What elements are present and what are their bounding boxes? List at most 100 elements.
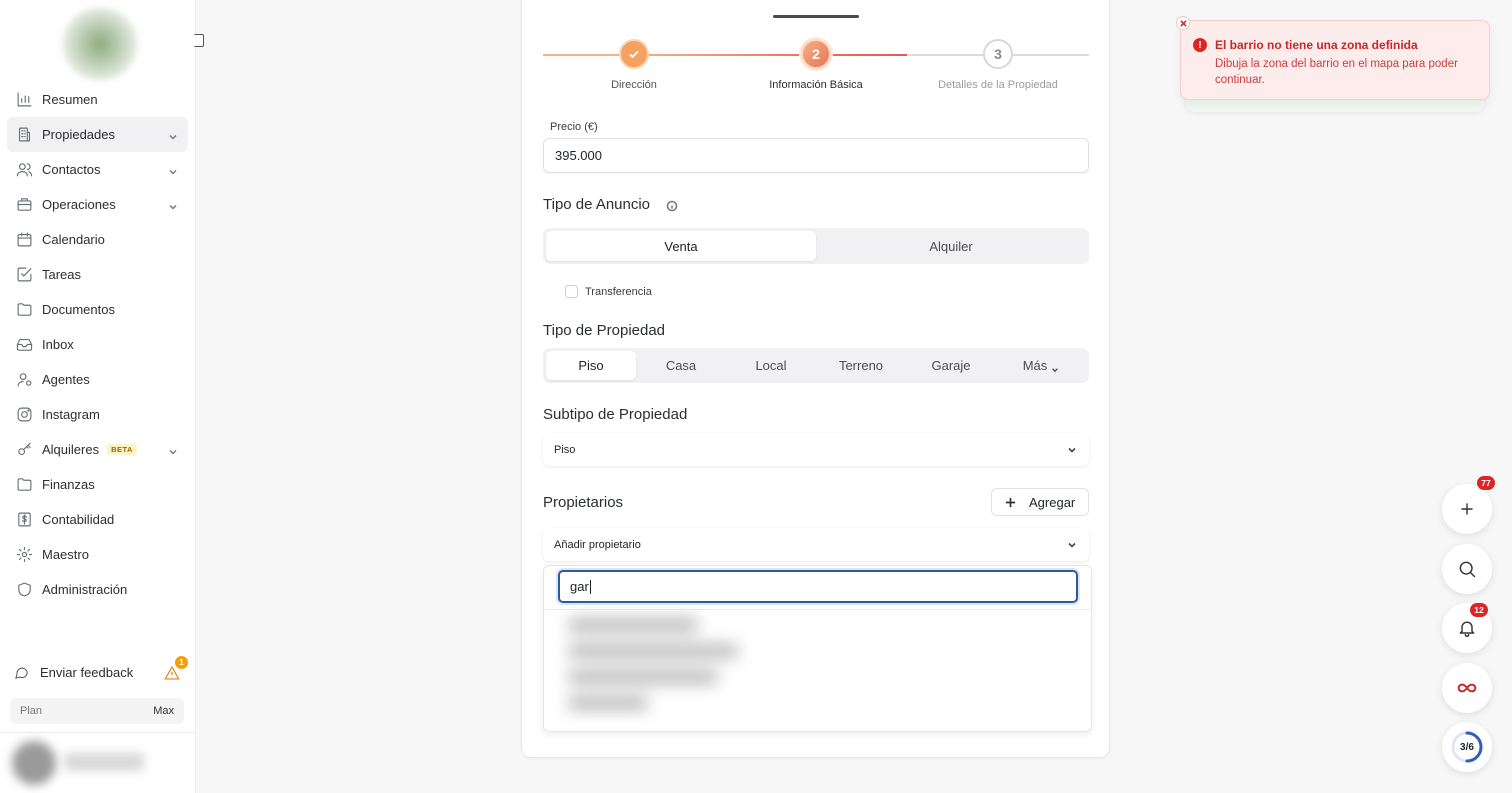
property-type-more[interactable]: Más: [996, 351, 1086, 380]
sidebar-item-finanzas[interactable]: Finanzas: [7, 467, 188, 502]
sidebar-item-label: Documentos: [42, 302, 115, 317]
notifications-button[interactable]: 12: [1442, 603, 1492, 653]
chevron-down-icon[interactable]: [168, 164, 178, 175]
wallet-icon: [15, 476, 33, 494]
sidebar-item-calendario[interactable]: Calendario: [7, 222, 188, 257]
owner-select[interactable]: Añadir propietario: [543, 528, 1089, 561]
chevron-down-icon[interactable]: [168, 129, 178, 140]
quick-add-button[interactable]: 77: [1442, 476, 1495, 534]
sidebar-item-inbox[interactable]: Inbox: [7, 327, 188, 362]
sidebar-item-instagram[interactable]: Instagram: [7, 397, 188, 432]
sidebar: Resumen Propiedades Contactos Operacione…: [0, 0, 204, 793]
sidebar-item-propiedades[interactable]: Propiedades: [7, 117, 188, 152]
transfer-checkbox[interactable]: [565, 285, 578, 298]
onboarding-progress-button[interactable]: 3/6: [1442, 722, 1492, 772]
error-toast: ! El barrio no tiene una zona definida D…: [1176, 16, 1490, 100]
company-logo[interactable]: [62, 8, 138, 80]
chevron-down-icon: [1051, 362, 1059, 372]
user-menu[interactable]: [0, 732, 196, 793]
list-item[interactable]: [568, 696, 648, 710]
property-type-casa[interactable]: Casa: [636, 351, 726, 380]
sidebar-item-label: Inbox: [42, 337, 74, 352]
listing-type-venta[interactable]: Venta: [546, 231, 816, 261]
add-owner-label: Agregar: [1029, 494, 1076, 510]
step-detalles[interactable]: 3 Detalles de la Propiedad: [908, 39, 1088, 91]
inbox-icon: [15, 336, 33, 354]
property-type-garaje[interactable]: Garaje: [906, 351, 996, 380]
sidebar-item-label: Finanzas: [42, 477, 95, 492]
price-label: Precio (€): [550, 121, 598, 133]
sidebar-item-resumen[interactable]: Resumen: [7, 82, 188, 117]
drag-handle[interactable]: [773, 15, 859, 18]
step-number: 3: [983, 39, 1013, 69]
price-input[interactable]: 395.000: [543, 138, 1089, 173]
bar-chart-icon: [15, 91, 33, 109]
info-icon[interactable]: [666, 199, 678, 212]
notifications-badge: 12: [1470, 603, 1488, 617]
add-owner-button[interactable]: Agregar: [991, 488, 1089, 516]
bell-icon: [1459, 621, 1475, 637]
chevron-down-icon[interactable]: [168, 444, 178, 455]
step-informacion-basica[interactable]: 2 Información Básica: [726, 39, 906, 91]
sidebar-item-alquileres[interactable]: Alquileres BETA: [7, 432, 188, 467]
plus-icon: [1461, 503, 1473, 515]
sidebar-item-label: Contactos: [42, 162, 101, 177]
close-icon[interactable]: [1176, 16, 1190, 30]
plan-indicator[interactable]: Plan Max: [10, 698, 184, 724]
sidebar-item-contactos[interactable]: Contactos: [7, 152, 188, 187]
property-type-local[interactable]: Local: [726, 351, 816, 380]
step-direccion[interactable]: Dirección: [544, 39, 724, 91]
search-button[interactable]: [1442, 544, 1492, 594]
step-label: Información Básica: [769, 79, 863, 91]
folder-icon: [15, 301, 33, 319]
sidebar-item-administracion[interactable]: Administración: [7, 572, 188, 607]
agent-icon: [15, 371, 33, 389]
owner-search-input[interactable]: gar: [558, 570, 1078, 603]
step-label: Dirección: [611, 79, 657, 91]
sidebar-item-label: Agentes: [42, 372, 90, 387]
toast-title: El barrio no tiene una zona definida: [1215, 38, 1418, 52]
sidebar-item-label: Tareas: [42, 267, 82, 282]
stepper: Dirección 2 Información Básica 3 Detalle…: [543, 39, 1089, 91]
infinity-icon: [1457, 683, 1477, 693]
sidebar-item-maestro[interactable]: Maestro: [7, 537, 188, 572]
list-item[interactable]: [568, 670, 718, 684]
sidebar-collapse-icon[interactable]: [194, 34, 204, 47]
property-type-terreno[interactable]: Terreno: [816, 351, 906, 380]
sidebar-item-contabilidad[interactable]: Contabilidad: [7, 502, 188, 537]
search-icon: [1459, 561, 1476, 578]
integrations-button[interactable]: [1442, 663, 1492, 713]
owner-results-list[interactable]: [568, 618, 748, 723]
feedback-button[interactable]: Enviar feedback 1: [7, 655, 188, 689]
sidebar-item-tareas[interactable]: Tareas: [7, 257, 188, 292]
toast-body: Dibuja la zona del barrio en el mapa par…: [1215, 58, 1458, 86]
sidebar-item-operaciones[interactable]: Operaciones: [7, 187, 188, 222]
list-item[interactable]: [568, 618, 698, 632]
instagram-icon: [15, 406, 33, 424]
listing-type-alquiler[interactable]: Alquiler: [816, 231, 1086, 261]
property-type-toggle: Piso Casa Local Terreno Garaje Más: [543, 348, 1089, 383]
property-type-title: Tipo de Propiedad: [543, 322, 666, 339]
listing-type-title: Tipo de Anuncio: [543, 196, 651, 213]
list-item[interactable]: [568, 644, 738, 658]
owner-search-value: gar: [570, 579, 589, 594]
check-icon: [619, 39, 649, 69]
sidebar-nav: Resumen Propiedades Contactos Operacione…: [7, 82, 188, 607]
divider: [544, 609, 1093, 610]
sidebar-item-agentes[interactable]: Agentes: [7, 362, 188, 397]
feedback-badge: 1: [175, 656, 188, 669]
key-icon: [15, 441, 33, 459]
owner-select-placeholder: Añadir propietario: [554, 538, 641, 551]
sidebar-item-documentos[interactable]: Documentos: [7, 292, 188, 327]
subtype-value: Piso: [554, 443, 576, 456]
chevron-down-icon[interactable]: [168, 199, 178, 210]
feedback-label: Enviar feedback: [40, 664, 134, 680]
sidebar-item-label: Operaciones: [42, 197, 116, 212]
gear-icon: [15, 546, 33, 564]
property-type-piso[interactable]: Piso: [546, 351, 636, 380]
briefcase-icon: [15, 196, 33, 214]
transfer-label: Transferencia: [585, 286, 652, 298]
text-caret: [589, 579, 591, 594]
subtype-select[interactable]: Piso: [543, 433, 1089, 466]
error-icon: !: [1193, 38, 1207, 52]
